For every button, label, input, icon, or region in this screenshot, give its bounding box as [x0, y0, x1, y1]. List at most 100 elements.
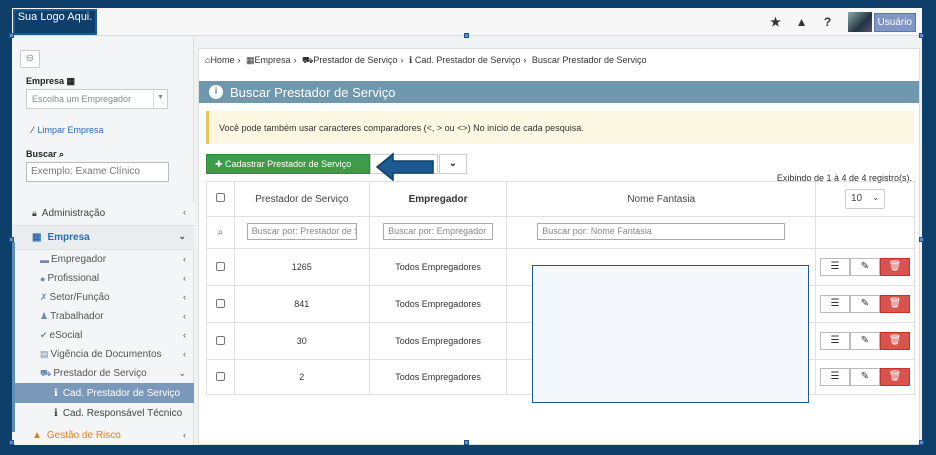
cell-prestador: 841: [233, 285, 370, 323]
selection-handle[interactable]: [9, 33, 14, 38]
user-button[interactable]: Usuário: [873, 12, 916, 32]
selection-handle[interactable]: [919, 440, 924, 445]
filter-nome-fantasia-input[interactable]: Buscar por: Nome Fantasia: [537, 223, 786, 240]
sidebar-item-cad-responsavel[interactable]: ℹ Cad. Responsável Técnico: [12, 403, 194, 423]
edit-icon[interactable]: ✎: [850, 332, 880, 350]
star-icon[interactable]: ★: [770, 15, 782, 29]
row-checkbox[interactable]: [215, 261, 225, 271]
selection-handle[interactable]: [919, 237, 924, 242]
breadcrumb-current: Buscar Prestador de Serviço: [531, 55, 647, 65]
selection-handle[interactable]: [464, 440, 469, 445]
lock-icon: 🔒︎: [32, 208, 37, 218]
list-icon[interactable]: ☰: [820, 332, 850, 350]
sidebar-item-cad-prestador[interactable]: ℹ Cad. Prestador de Serviço: [12, 383, 194, 403]
cell-prestador: 2: [233, 359, 370, 395]
selection-handle[interactable]: [9, 440, 14, 445]
breadcrumb-cad[interactable]: Cad. Prestador de Serviço: [415, 55, 521, 65]
info-icon: ℹ: [54, 407, 58, 419]
app-frame: Sua Logo Aqui. ★ ▲ ? Usuário ⊖ Empresa ▦…: [12, 8, 922, 445]
building-icon: ▬: [40, 254, 49, 265]
top-bar: Sua Logo Aqui. ★ ▲ ? Usuário: [12, 8, 922, 36]
sidebar: ⊖ Empresa ▦ Escolha um Empregador ▼ ⁄ Lim…: [12, 36, 194, 445]
selection-handle[interactable]: [464, 33, 469, 38]
sidebar-item-gestao-risco[interactable]: ▲ Gestão de Risco ‹: [12, 425, 194, 445]
delete-icon[interactable]: 🗑︎: [880, 368, 910, 386]
edit-icon[interactable]: ✎: [850, 368, 880, 386]
sidebar-item-administracao[interactable]: 🔒︎ Administração ‹: [12, 202, 194, 226]
add-prestador-button[interactable]: ✚ Cadastrar Prestador de Serviço: [206, 154, 370, 174]
sidebar-item-trabalhador[interactable]: ♟ Trabalhador ‹: [12, 307, 194, 326]
sidebar-item-profissional[interactable]: ● Profissional ‹: [12, 269, 194, 288]
sidebar-collapse-button[interactable]: ⊖: [20, 50, 40, 68]
breadcrumb-home[interactable]: Home: [210, 55, 234, 65]
check-icon: ✔: [40, 330, 48, 340]
row-checkbox[interactable]: [215, 371, 225, 381]
warning-icon: ▲: [32, 430, 42, 441]
empresa-label: Empresa ▦: [26, 76, 76, 86]
list-icon[interactable]: ☰: [820, 368, 850, 386]
breadcrumb: ⌂Home › ▦Empresa › ⛟Prestador de Serviço › …: [205, 55, 647, 65]
delete-icon[interactable]: 🗑︎: [880, 258, 910, 276]
person-icon: ♟: [40, 311, 49, 321]
edit-icon[interactable]: ✎: [850, 295, 880, 313]
breadcrumb-empresa[interactable]: Empresa: [254, 55, 290, 65]
filter-empregador-input[interactable]: Buscar por: Empregador: [383, 223, 494, 240]
chevron-left-icon: ‹: [183, 349, 186, 359]
limpar-empresa-link[interactable]: ⁄ Limpar Empresa: [32, 125, 104, 135]
row-checkbox[interactable]: [215, 298, 225, 308]
help-icon[interactable]: ?: [822, 15, 834, 29]
cell-prestador: 1265: [233, 248, 370, 286]
sidebar-item-esocial[interactable]: ✔ eSocial ‹: [12, 326, 194, 345]
chevron-down-icon: ⌄: [178, 368, 186, 378]
info-icon: i: [209, 85, 223, 99]
length-cell: 10 ⌄: [815, 181, 915, 217]
chevron-down-icon: ⌄: [872, 193, 879, 202]
wrench-icon: ✗: [40, 292, 48, 302]
selection-handle[interactable]: [9, 237, 14, 242]
chevron-left-icon: ‹: [183, 273, 186, 283]
sidebar-item-vigencia[interactable]: ▤ Vigência de Documentos ‹: [12, 345, 194, 364]
toolbar-dropdown-button[interactable]: ⌄: [439, 154, 467, 174]
chevron-left-icon: ‹: [183, 311, 186, 321]
search-icon: ⌕: [217, 227, 224, 238]
chevron-down-icon: ⌄: [178, 231, 186, 241]
info-icon: ℹ: [408, 55, 413, 65]
page-length-select[interactable]: 10 ⌄: [845, 189, 885, 209]
search-icon: ⌕: [59, 149, 65, 159]
col-nome-fantasia[interactable]: Nome Fantasia: [506, 181, 817, 217]
cell-empregador: Todos Empregadores: [368, 359, 508, 395]
building-icon: ▦: [32, 232, 42, 243]
chevron-left-icon: ‹: [183, 430, 186, 440]
calendar-icon: ▤: [40, 349, 49, 359]
col-empregador[interactable]: Empregador: [368, 181, 508, 217]
edit-icon[interactable]: ✎: [850, 258, 880, 276]
warning-icon[interactable]: ▲: [796, 15, 808, 29]
chevron-left-icon: ‹: [183, 330, 186, 340]
breadcrumb-prestador[interactable]: Prestador de Serviço: [313, 55, 397, 65]
car-icon: ⛟: [40, 367, 52, 378]
col-prestador[interactable]: Prestador de Serviço: [233, 181, 370, 217]
sidebar-item-prestador[interactable]: ⛟ Prestador de Serviço ⌄: [12, 364, 194, 383]
arrow-annotation-icon: [375, 152, 434, 182]
chevron-down-icon: ▼: [153, 90, 167, 108]
filter-prestador-input[interactable]: Buscar por: Prestador de Serviço: [246, 223, 357, 240]
selection-handle[interactable]: [919, 33, 924, 38]
list-icon[interactable]: ☰: [820, 258, 850, 276]
filter-icon-cell: ⌕: [206, 216, 235, 249]
cell-prestador: 30: [233, 322, 370, 360]
list-icon[interactable]: ☰: [820, 295, 850, 313]
buscar-label: Buscar ⌕: [26, 149, 65, 159]
select-all-checkbox[interactable]: [215, 193, 225, 202]
main-panel: ⌂Home › ▦Empresa › ⛟Prestador de Serviço › …: [198, 48, 920, 445]
sidebar-item-empresa[interactable]: ▦ Empresa ⌄: [12, 226, 194, 250]
row-checkbox[interactable]: [215, 335, 225, 345]
delete-icon[interactable]: 🗑︎: [880, 332, 910, 350]
sidebar-search-input[interactable]: Exemplo: Exame Clínico: [26, 162, 169, 182]
cell-empregador: Todos Empregadores: [368, 322, 508, 360]
sidebar-item-empregador[interactable]: ▬ Empregador ‹: [12, 250, 194, 269]
sidebar-item-setor-funcao[interactable]: ✗ Setor/Função ‹: [12, 288, 194, 307]
delete-icon[interactable]: 🗑︎: [880, 295, 910, 313]
redaction-box: [532, 265, 809, 403]
avatar[interactable]: [847, 12, 872, 32]
empresa-select[interactable]: Escolha um Empregador ▼: [26, 89, 168, 109]
